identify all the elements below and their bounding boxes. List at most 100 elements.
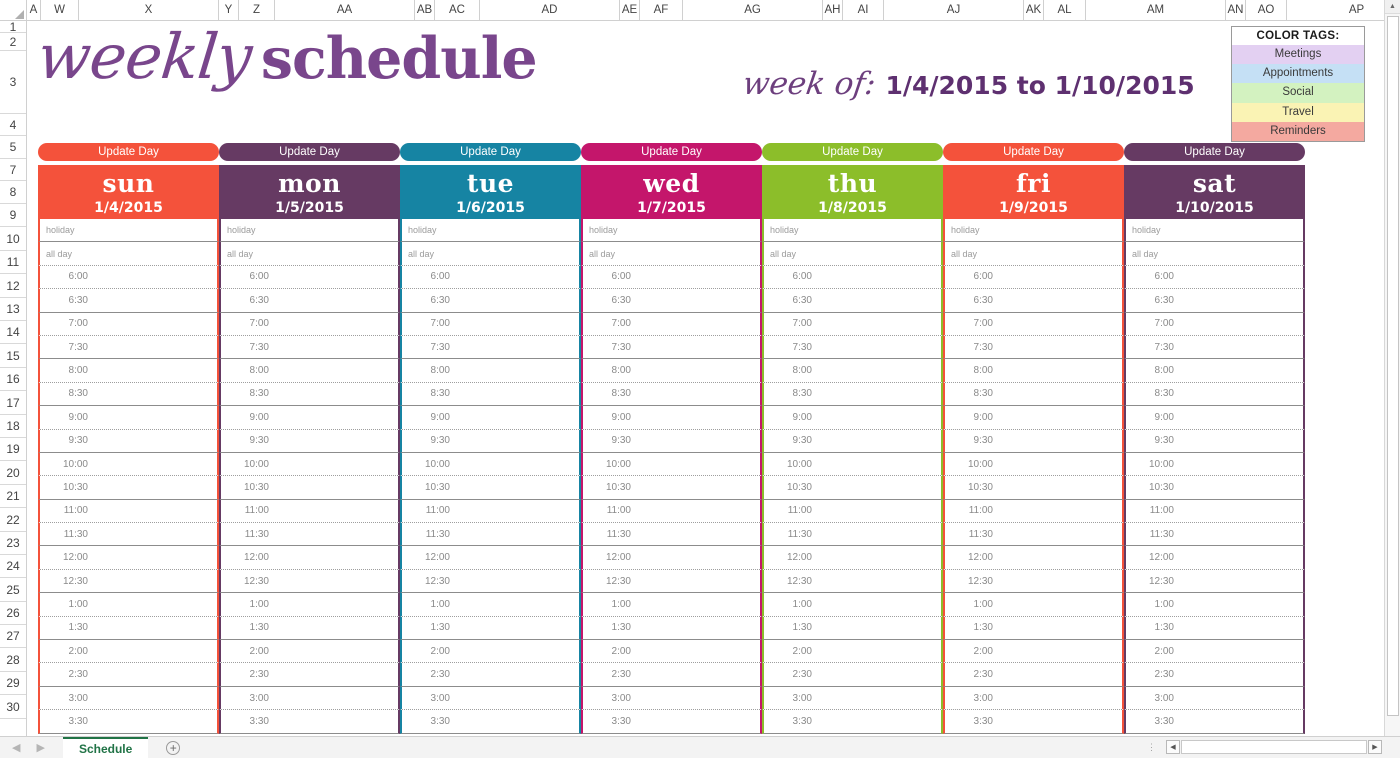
time-slot-entry-cell[interactable] — [1178, 383, 1303, 405]
time-slot-row[interactable]: 7:00 — [581, 312, 762, 336]
time-slot-entry-cell[interactable] — [454, 546, 579, 568]
time-slot-entry-cell[interactable] — [92, 687, 217, 709]
update-day-button-sat[interactable]: Update Day — [1124, 143, 1305, 161]
time-slot-row[interactable]: 1:00 — [219, 593, 400, 617]
time-slot-row[interactable]: all day — [581, 242, 762, 266]
time-slot-row[interactable]: 3:30 — [38, 710, 219, 734]
time-slot-row[interactable]: 2:00 — [400, 640, 581, 664]
time-slot-entry-cell[interactable] — [816, 687, 941, 709]
row-header-30[interactable]: 30 — [0, 695, 26, 719]
time-slot-row[interactable]: 9:00 — [38, 406, 219, 430]
time-slot-row[interactable]: 8:30 — [400, 382, 581, 407]
time-slot-entry-cell[interactable] — [1178, 406, 1303, 428]
time-slot-entry-cell[interactable] — [635, 406, 760, 428]
time-slot-entry-cell[interactable] — [997, 430, 1122, 452]
time-slot-entry-cell[interactable] — [816, 500, 941, 522]
time-slot-entry-cell[interactable] — [92, 313, 217, 335]
time-slot-entry-cell[interactable] — [273, 242, 398, 264]
time-slot-row[interactable]: 2:30 — [943, 663, 1124, 687]
column-header-aj[interactable]: AJ — [884, 0, 1024, 20]
time-slot-entry-cell[interactable] — [816, 663, 941, 685]
time-slot-entry-cell[interactable] — [816, 617, 941, 639]
time-slot-row[interactable]: 12:30 — [943, 569, 1124, 594]
time-slot-row[interactable]: 8:00 — [38, 359, 219, 383]
time-slot-row[interactable]: all day — [38, 242, 219, 266]
time-slot-row[interactable]: 12:30 — [762, 569, 943, 594]
time-slot-row[interactable]: 6:30 — [219, 289, 400, 313]
time-slot-entry-cell[interactable] — [816, 359, 941, 381]
time-slot-row[interactable]: 6:00 — [219, 265, 400, 290]
time-slot-row[interactable]: 3:00 — [762, 686, 943, 711]
time-slot-row[interactable]: 2:00 — [1124, 640, 1305, 664]
column-header-af[interactable]: AF — [640, 0, 683, 20]
time-slot-entry-cell[interactable] — [454, 383, 579, 405]
time-slot-entry-cell[interactable] — [1178, 242, 1303, 264]
time-slot-row[interactable]: 7:30 — [1124, 335, 1305, 360]
time-slot-entry-cell[interactable] — [92, 476, 217, 498]
time-slot-row[interactable]: 11:30 — [219, 523, 400, 547]
time-slot-entry-cell[interactable] — [635, 313, 760, 335]
time-slot-row[interactable]: 9:00 — [400, 406, 581, 430]
time-slot-entry-cell[interactable] — [454, 523, 579, 545]
time-slot-entry-cell[interactable] — [816, 266, 941, 288]
time-slot-row[interactable]: 10:00 — [943, 452, 1124, 477]
time-slot-entry-cell[interactable] — [273, 663, 398, 685]
column-header-am[interactable]: AM — [1086, 0, 1226, 20]
time-slot-row[interactable]: 9:00 — [219, 406, 400, 430]
time-slot-entry-cell[interactable] — [92, 500, 217, 522]
row-header-29[interactable]: 29 — [0, 672, 26, 695]
time-slot-entry-cell[interactable] — [997, 266, 1122, 288]
row-header-25[interactable]: 25 — [0, 578, 26, 602]
time-slot-entry-cell[interactable] — [92, 546, 217, 568]
time-slot-entry-cell[interactable] — [816, 523, 941, 545]
time-slot-row[interactable]: 10:30 — [219, 476, 400, 500]
time-slot-entry-cell[interactable] — [92, 570, 217, 592]
time-slot-entry-cell[interactable] — [273, 430, 398, 452]
time-slot-entry-cell[interactable] — [454, 640, 579, 662]
time-slot-row[interactable]: 11:00 — [581, 499, 762, 524]
time-slot-entry-cell[interactable] — [997, 570, 1122, 592]
time-slot-entry-cell[interactable] — [635, 359, 760, 381]
time-slot-entry-cell[interactable] — [273, 710, 398, 732]
time-slot-row[interactable]: 6:00 — [1124, 265, 1305, 290]
time-slot-row[interactable]: 6:00 — [762, 265, 943, 290]
time-slot-entry-cell[interactable] — [816, 453, 941, 475]
time-slot-row[interactable]: 6:00 — [400, 265, 581, 290]
time-slot-row[interactable]: 2:00 — [38, 640, 219, 664]
time-slot-row[interactable]: 11:00 — [1124, 499, 1305, 524]
column-header-w[interactable]: W — [41, 0, 79, 20]
column-header-ak[interactable]: AK — [1024, 0, 1044, 20]
time-slot-entry-cell[interactable] — [997, 476, 1122, 498]
time-slot-row[interactable]: all day — [400, 242, 581, 266]
time-slot-row[interactable]: 3:00 — [1124, 686, 1305, 711]
time-slot-entry-cell[interactable] — [997, 359, 1122, 381]
row-header-17[interactable]: 17 — [0, 391, 26, 415]
time-slot-row[interactable]: 2:00 — [581, 640, 762, 664]
time-slot-entry-cell[interactable] — [816, 593, 941, 615]
time-slot-entry-cell[interactable] — [997, 242, 1122, 264]
time-slot-row[interactable]: 11:30 — [943, 523, 1124, 547]
time-slot-entry-cell[interactable] — [1178, 476, 1303, 498]
time-slot-row[interactable]: 11:30 — [38, 523, 219, 547]
time-slot-entry-cell[interactable] — [635, 453, 760, 475]
time-slot-entry-cell[interactable] — [92, 336, 217, 358]
time-slot-entry-cell[interactable] — [1178, 266, 1303, 288]
time-slot-row[interactable]: 11:30 — [762, 523, 943, 547]
time-slot-row[interactable]: 2:00 — [219, 640, 400, 664]
update-day-button-thu[interactable]: Update Day — [762, 143, 943, 161]
row-header-15[interactable]: 15 — [0, 344, 26, 368]
time-slot-row[interactable]: 6:00 — [581, 265, 762, 290]
time-slot-row[interactable]: 6:00 — [38, 265, 219, 290]
time-slot-row[interactable]: holiday — [400, 219, 581, 243]
time-slot-row[interactable]: 8:00 — [1124, 359, 1305, 383]
time-slot-row[interactable]: 9:00 — [1124, 406, 1305, 430]
time-slot-entry-cell[interactable] — [635, 640, 760, 662]
update-day-button-tue[interactable]: Update Day — [400, 143, 581, 161]
time-slot-row[interactable]: 8:30 — [219, 382, 400, 407]
time-slot-entry-cell[interactable] — [92, 242, 217, 264]
row-header-22[interactable]: 22 — [0, 508, 26, 532]
time-slot-row[interactable]: 8:00 — [943, 359, 1124, 383]
time-slot-row[interactable]: 6:30 — [400, 289, 581, 313]
time-slot-entry-cell[interactable] — [454, 663, 579, 685]
row-header-16[interactable]: 16 — [0, 368, 26, 391]
